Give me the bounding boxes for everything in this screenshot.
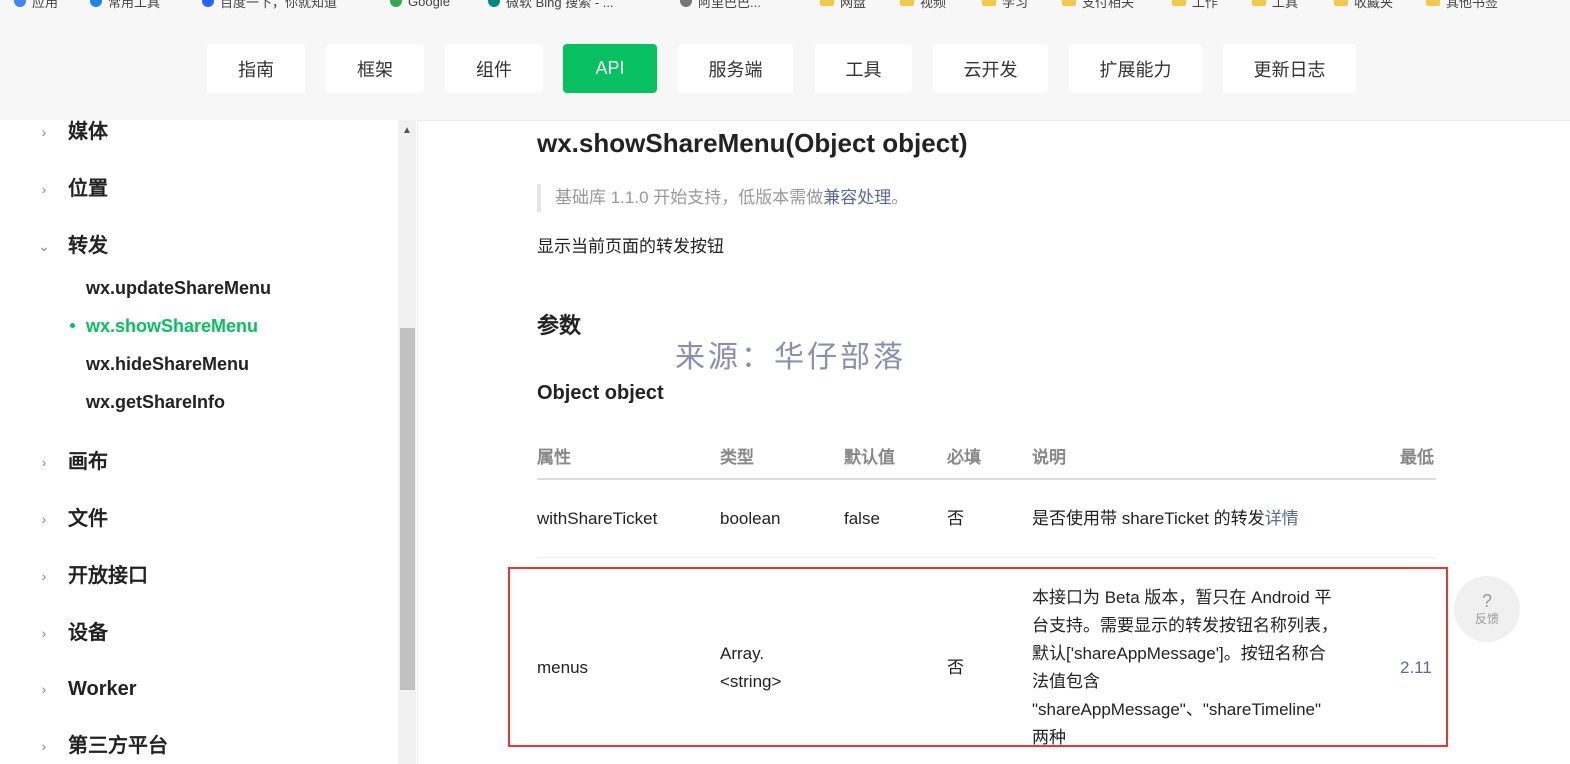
- chevron-right-icon: ›: [41, 511, 47, 527]
- nav-framework[interactable]: 框架: [326, 44, 424, 93]
- nav-components[interactable]: 组件: [445, 44, 543, 93]
- folder-icon: [1172, 0, 1186, 6]
- sidebar-item-media[interactable]: › 媒体: [0, 120, 390, 147]
- highlight-box: [508, 567, 1448, 747]
- nav-cloud-dev[interactable]: 云开发: [933, 44, 1048, 93]
- folder-icon: [1334, 0, 1348, 6]
- col-header-property: 属性: [537, 448, 571, 467]
- watermark-text: 来源：华仔部落: [675, 340, 906, 375]
- nav-guide[interactable]: 指南: [207, 44, 305, 93]
- baidu-icon: [202, 0, 214, 7]
- sidebar-sub-update-share-menu[interactable]: wx.updateShareMenu: [86, 276, 271, 300]
- sidebar-item-canvas[interactable]: › 画布: [0, 447, 390, 477]
- scroll-up-arrow-icon[interactable]: ▲: [398, 124, 416, 138]
- bookmark-item[interactable]: 微软 Bing 搜索 - ...: [488, 0, 614, 10]
- bookmark-item[interactable]: 常用工具: [90, 0, 160, 10]
- sidebar-item-device[interactable]: › 设备: [0, 618, 390, 648]
- version-note: 基础库 1.1.0 开始支持，低版本需做兼容处理。: [537, 184, 1137, 212]
- chevron-right-icon: ›: [41, 454, 47, 470]
- table-header-divider: [537, 478, 1436, 480]
- col-header-default: 默认值: [844, 448, 895, 467]
- cell-property: withShareTicket: [537, 509, 658, 528]
- compatibility-link[interactable]: 兼容处理: [823, 188, 891, 207]
- active-bullet-icon: [70, 323, 75, 328]
- cell-default: false: [844, 509, 880, 528]
- chevron-right-icon: ›: [41, 738, 47, 754]
- bookmark-item[interactable]: 百度一下，你就知道: [202, 0, 337, 10]
- sidebar-item-third-party[interactable]: › 第三方平台: [0, 731, 390, 761]
- sidebar-item-worker[interactable]: › Worker: [0, 674, 390, 704]
- folder-icon: [1252, 0, 1266, 6]
- nav-changelog[interactable]: 更新日志: [1223, 44, 1356, 93]
- chevron-down-icon: ⌄: [38, 238, 50, 254]
- folder-icon: [820, 0, 834, 6]
- chevron-right-icon: ›: [41, 625, 47, 641]
- sidebar: › 媒体 › 位置 ⌄ 转发 wx.updateShareMenu wx.sho…: [0, 120, 418, 764]
- bookmark-folder[interactable]: 工具: [1252, 0, 1298, 10]
- object-heading: Object object: [537, 382, 664, 404]
- cell-required: 否: [947, 509, 964, 528]
- sidebar-item-location[interactable]: › 位置: [0, 174, 390, 204]
- sidebar-item-share[interactable]: ⌄ 转发: [0, 231, 390, 261]
- nav-server[interactable]: 服务端: [678, 44, 793, 93]
- folder-icon: [1426, 0, 1440, 6]
- col-header-min-version: 最低: [1400, 448, 1434, 467]
- folder-icon: [900, 0, 914, 6]
- sidebar-item-file[interactable]: › 文件: [0, 504, 390, 534]
- bookmark-folder[interactable]: 其他书签: [1426, 0, 1498, 10]
- top-nav: 指南 框架 组件 API 服务端 工具 云开发 扩展能力 更新日志: [0, 14, 1570, 121]
- page-title: wx.showShareMenu(Object object): [537, 128, 968, 158]
- bookmark-icon: [90, 0, 102, 7]
- chevron-right-icon: ›: [41, 681, 47, 697]
- details-link[interactable]: 详情: [1265, 509, 1299, 528]
- cell-type: boolean: [720, 509, 781, 528]
- bookmarks-bar: 应用 常用工具 百度一下，你就知道 Google 微软 Bing 搜索 - ..…: [0, 0, 1570, 14]
- sidebar-sub-get-share-info[interactable]: wx.getShareInfo: [86, 390, 225, 414]
- col-header-required: 必填: [947, 448, 981, 467]
- sidebar-sub-show-share-menu[interactable]: wx.showShareMenu: [86, 314, 258, 338]
- sidebar-sub-hide-share-menu[interactable]: wx.hideShareMenu: [86, 352, 249, 376]
- folder-icon: [1062, 0, 1076, 6]
- question-icon: ?: [1481, 591, 1492, 611]
- table-row-divider: [537, 557, 1436, 558]
- bookmark-folder[interactable]: 网盘: [820, 0, 866, 10]
- bookmark-folder[interactable]: 收藏夹: [1334, 0, 1393, 10]
- bookmark-folder[interactable]: 支付相关: [1062, 0, 1134, 10]
- feedback-label: 反馈: [1474, 612, 1499, 626]
- col-header-description: 说明: [1032, 448, 1066, 467]
- chevron-right-icon: ›: [41, 568, 47, 584]
- nav-extensions[interactable]: 扩展能力: [1069, 44, 1202, 93]
- chevron-right-icon: ›: [41, 181, 47, 197]
- main-content: wx.showShareMenu(Object object) 基础库 1.1.…: [418, 120, 1570, 764]
- site-icon: [680, 0, 692, 7]
- bookmark-folder[interactable]: 工作: [1172, 0, 1218, 10]
- scrollbar-thumb[interactable]: [400, 328, 415, 690]
- folder-icon: [982, 0, 996, 6]
- sidebar-item-open-api[interactable]: › 开放接口: [0, 561, 390, 591]
- bookmark-apps[interactable]: 应用: [14, 0, 58, 10]
- nav-tools[interactable]: 工具: [815, 44, 912, 93]
- feedback-button[interactable]: ? 反馈: [1454, 576, 1520, 642]
- sidebar-scrollbar[interactable]: ▲: [398, 120, 416, 764]
- bookmark-folder[interactable]: 视频: [900, 0, 946, 10]
- bookmark-item[interactable]: 阿里巴巴...: [680, 0, 761, 10]
- nav-api[interactable]: API: [563, 44, 657, 93]
- cell-description: 是否使用带 shareTicket 的转发详情: [1032, 509, 1299, 528]
- bing-icon: [488, 0, 500, 7]
- google-icon: [390, 0, 402, 7]
- params-heading: 参数: [537, 313, 582, 338]
- bookmark-folder[interactable]: 学习: [982, 0, 1028, 10]
- apps-icon: [14, 0, 26, 7]
- chevron-right-icon: ›: [41, 124, 47, 140]
- api-description: 显示当前页面的转发按钮: [537, 237, 724, 256]
- col-header-type: 类型: [720, 448, 754, 467]
- bookmark-item[interactable]: Google: [390, 0, 450, 9]
